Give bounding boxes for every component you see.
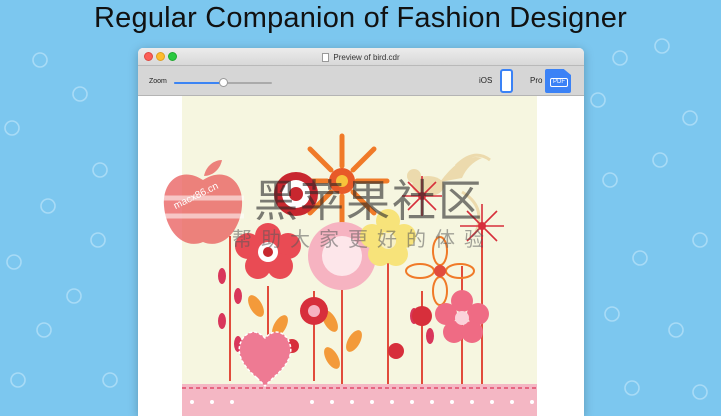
headline: Regular Companion of Fashion Designer — [94, 2, 627, 34]
pdf-icon-label: PDF — [550, 78, 568, 87]
flower-artwork-preview — [182, 96, 537, 416]
preview-window: Preview of bird.cdr Zoom iOS Pro PDF — [138, 48, 584, 416]
preview-canvas — [138, 96, 584, 416]
title-bar: Preview of bird.cdr — [138, 48, 584, 66]
zoom-slider-fill — [174, 82, 223, 84]
window-title-area: Preview of bird.cdr — [138, 48, 584, 66]
iphone-icon[interactable] — [500, 69, 513, 93]
pro-label: Pro — [530, 76, 543, 85]
ios-label: iOS — [479, 76, 493, 85]
zoom-slider-knob[interactable] — [219, 78, 228, 87]
window-title: Preview of bird.cdr — [333, 52, 400, 62]
zoom-label: Zoom — [149, 78, 167, 85]
toolbar: Zoom iOS Pro PDF — [138, 66, 584, 96]
document-icon — [322, 52, 330, 62]
